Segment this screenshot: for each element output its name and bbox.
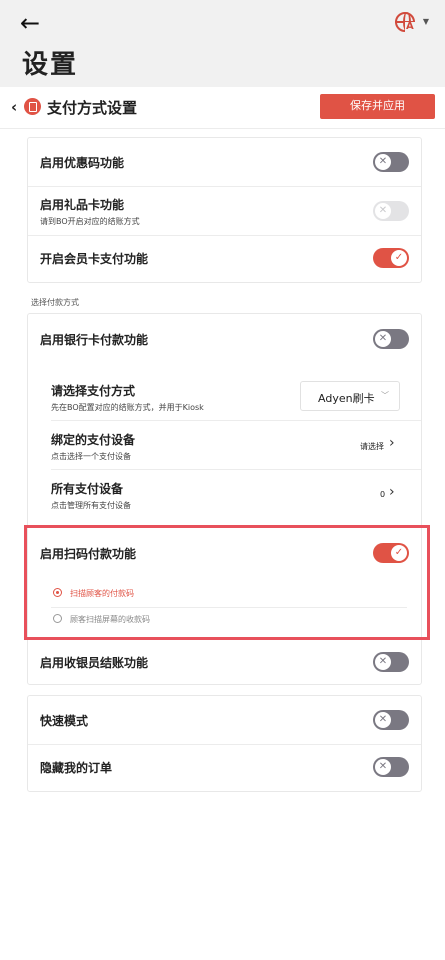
toggle-member-card[interactable]: ✓ <box>373 248 409 268</box>
highlight-box <box>24 525 430 640</box>
payment-icon <box>24 98 41 115</box>
chevron-right-icon: › <box>389 484 395 500</box>
close-icon: ✕ <box>375 759 391 775</box>
section-label-payment: 选择付款方式 <box>31 298 79 307</box>
chevron-right-icon: › <box>389 435 395 451</box>
row-title: 所有支付设备 <box>51 482 124 496</box>
row-member-card: 开启会员卡支付功能 ✓ <box>28 236 421 284</box>
close-icon: ✕ <box>375 203 391 219</box>
caret-down-icon: ▼ <box>422 17 429 26</box>
toggle-coupon[interactable]: ✕ <box>373 152 409 172</box>
row-subtitle: 点击选择一个支付设备 <box>51 452 131 461</box>
row-coupon: 启用优惠码功能 ✕ <box>28 138 421 186</box>
chevron-left-icon[interactable]: ‹ <box>11 98 17 116</box>
row-title: 绑定的支付设备 <box>51 433 136 447</box>
close-icon: ✕ <box>375 331 391 347</box>
chevron-down-icon: ﹀ <box>381 391 389 400</box>
row-all-devices[interactable]: 所有支付设备 点击管理所有支付设备 0 › <box>28 470 421 518</box>
all-devices-value: 0 <box>380 490 386 499</box>
row-quick-mode: 快速模式 ✕ <box>28 696 421 744</box>
page-title: 设置 <box>22 50 79 80</box>
row-title: 快速模式 <box>40 714 89 728</box>
close-icon: ✕ <box>375 154 391 170</box>
close-icon: ✕ <box>375 654 391 670</box>
top-bar: ← A ▼ 设置 <box>0 0 445 87</box>
close-icon: ✕ <box>375 712 391 728</box>
row-title: 启用礼品卡功能 <box>40 198 125 212</box>
row-bank-card: 启用银行卡付款功能 ✕ <box>28 314 421 364</box>
sub-header-title: 支付方式设置 <box>47 99 138 117</box>
save-and-apply-button[interactable]: 保存并应用 <box>320 94 435 119</box>
row-subtitle: 点击管理所有支付设备 <box>51 501 131 510</box>
row-subtitle: 先在BO配置对应的结账方式，并用于Kiosk <box>51 403 204 412</box>
row-cashier-checkout: 启用收银员结账功能 ✕ <box>28 644 421 684</box>
toggle-hide-my-orders[interactable]: ✕ <box>373 757 409 777</box>
row-bound-device[interactable]: 绑定的支付设备 点击选择一个支付设备 请选择 › <box>28 421 421 469</box>
language-badge: A <box>405 21 415 32</box>
row-title: 启用优惠码功能 <box>40 156 125 170</box>
bound-device-value: 请选择 <box>360 442 384 451</box>
back-arrow-icon[interactable]: ← <box>20 10 40 36</box>
payment-method-select[interactable]: Adyen刷卡 ﹀ <box>300 381 400 411</box>
toggle-gift-card[interactable]: ✕ <box>373 201 409 221</box>
row-hide-my-orders: 隐藏我的订单 ✕ <box>28 745 421 793</box>
settings-card-mode: 快速模式 ✕ 隐藏我的订单 ✕ <box>27 695 422 792</box>
row-gift-card: 启用礼品卡功能 请到BO开启对应的结账方式 ✕ <box>28 187 421 235</box>
row-title: 开启会员卡支付功能 <box>40 252 149 266</box>
row-subtitle: 请到BO开启对应的结账方式 <box>40 217 140 226</box>
sub-header: ‹ 支付方式设置 保存并应用 <box>0 87 445 129</box>
select-value: Adyen刷卡 <box>318 392 375 405</box>
row-title: 隐藏我的订单 <box>40 761 113 775</box>
language-switcher[interactable]: A ▼ <box>395 12 429 34</box>
row-title: 请选择支付方式 <box>51 384 136 398</box>
toggle-quick-mode[interactable]: ✕ <box>373 710 409 730</box>
toggle-cashier-checkout[interactable]: ✕ <box>373 652 409 672</box>
row-title: 启用收银员结账功能 <box>40 656 149 670</box>
check-icon: ✓ <box>391 250 407 266</box>
row-title: 启用银行卡付款功能 <box>40 333 149 347</box>
settings-card-general: 启用优惠码功能 ✕ 启用礼品卡功能 请到BO开启对应的结账方式 ✕ 开启会员卡支… <box>27 137 422 283</box>
toggle-bank-card[interactable]: ✕ <box>373 329 409 349</box>
